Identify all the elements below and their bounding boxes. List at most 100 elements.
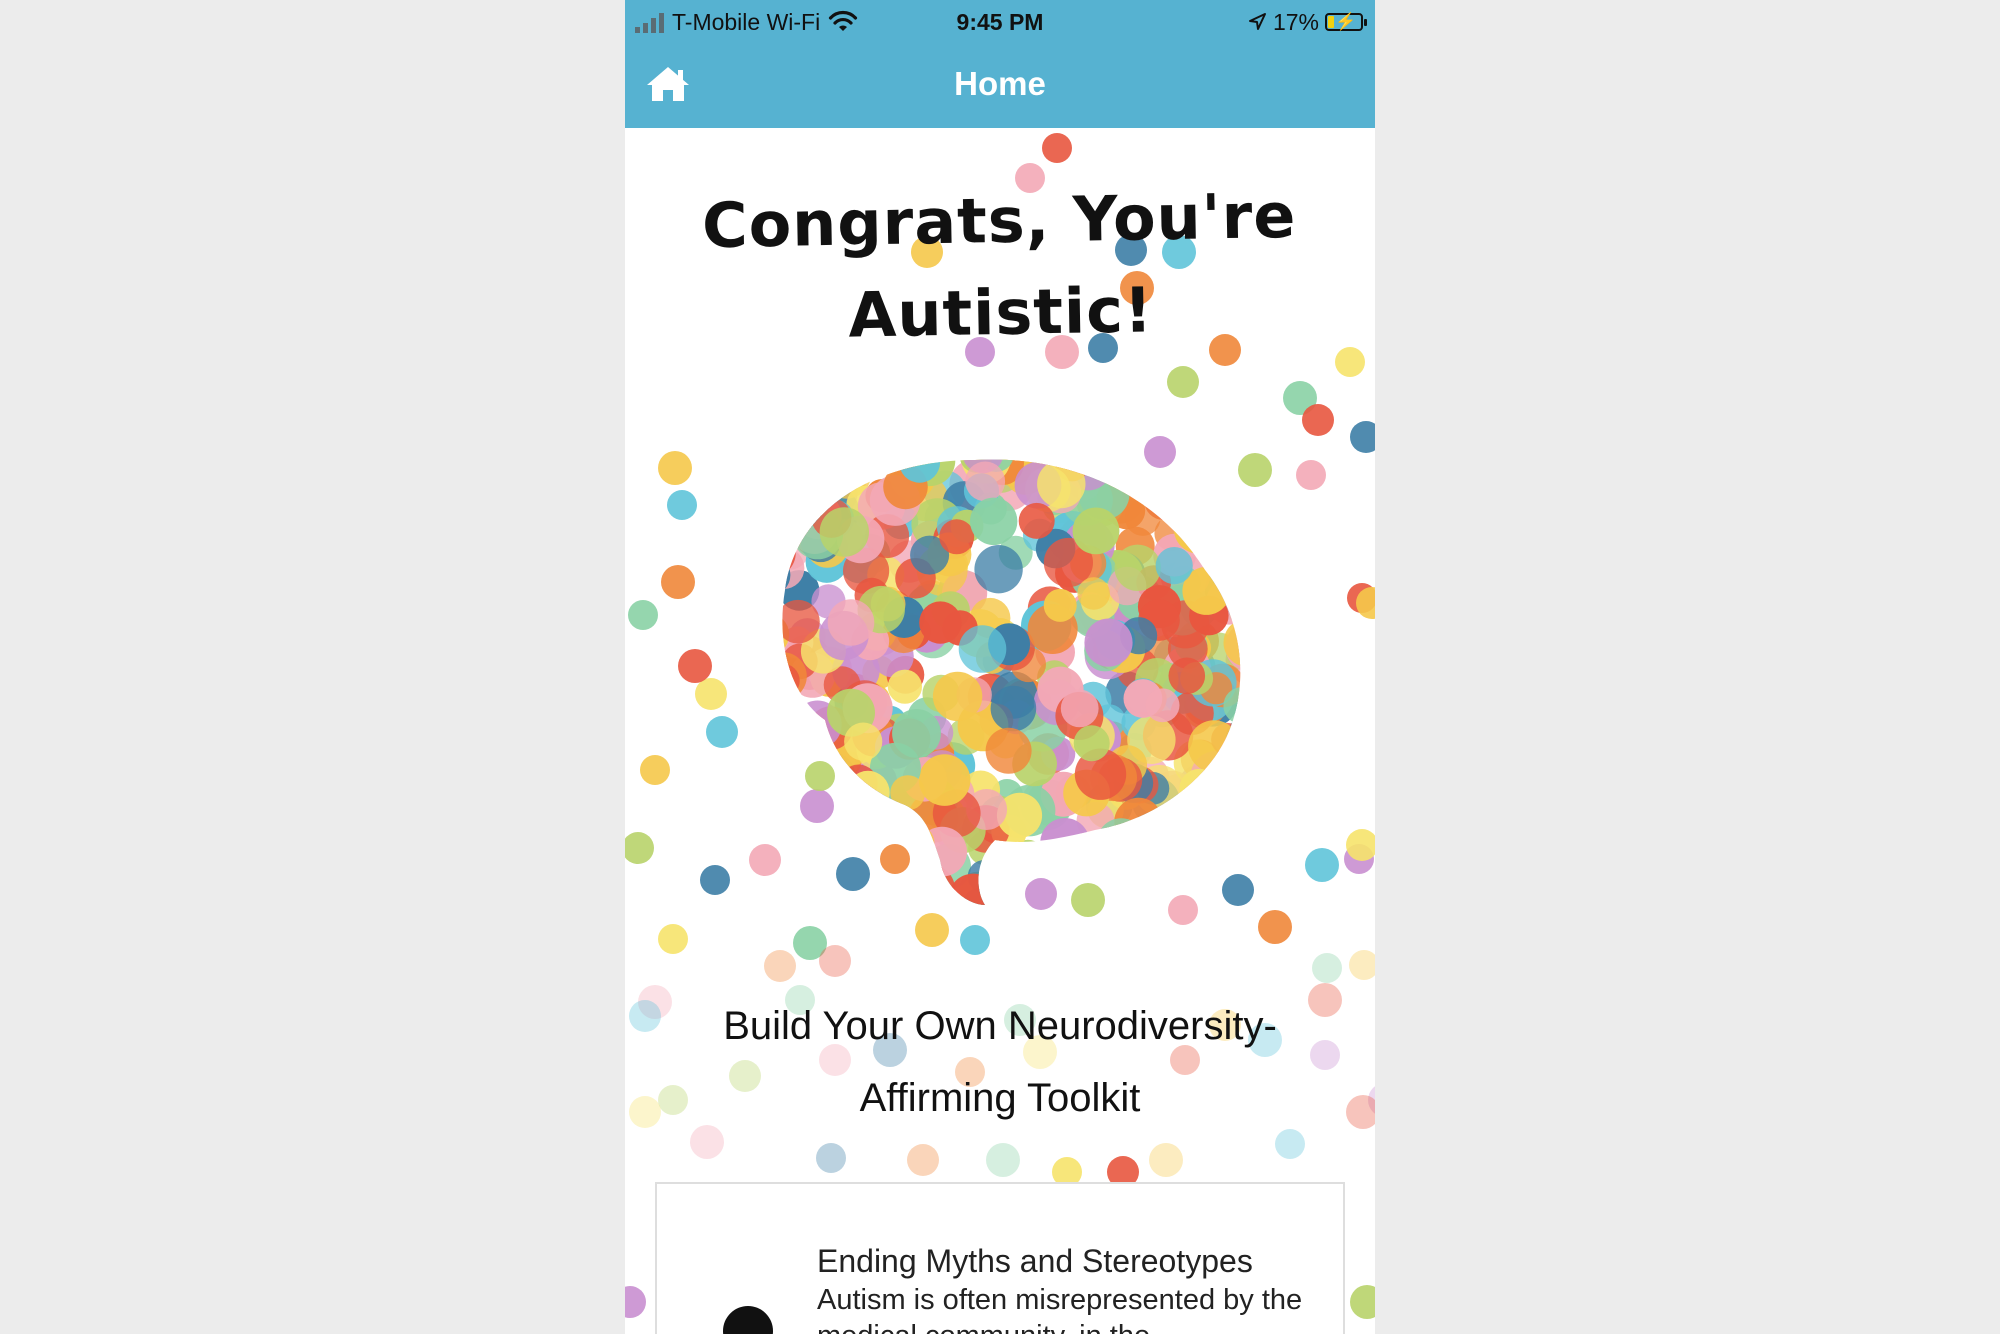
battery-icon: ⚡	[1325, 12, 1367, 31]
brain-confetti-dot	[1145, 688, 1180, 723]
brain-confetti-dot	[827, 863, 870, 905]
card-body: Autism is often misrepresented by the me…	[817, 1284, 1303, 1334]
brain-confetti-dot	[844, 722, 883, 761]
brain-confetti-dot	[1202, 781, 1241, 822]
brain-confetti-dot	[918, 754, 971, 806]
subtitle-line-2: Affirming Toolkit	[859, 1076, 1141, 1120]
brain-confetti-dot	[827, 599, 875, 646]
brain-confetti-dot	[1223, 768, 1241, 819]
brain-confetti-dot	[1189, 480, 1236, 527]
brain-confetti-dot	[1203, 533, 1241, 582]
brain-confetti-dot	[782, 703, 819, 752]
brain-confetti-dot	[1155, 459, 1195, 484]
brain-confetti-dot	[997, 878, 1036, 905]
brain-confetti-dot	[1196, 459, 1241, 490]
brain-confetti-dot	[782, 554, 791, 596]
brain-confetti-dot	[1217, 459, 1241, 474]
toolkit-subtitle: Build Your Own Neurodiversity- Affirming…	[685, 990, 1315, 1134]
brain-confetti-dot	[1212, 792, 1241, 843]
phone-screen: T-Mobile Wi-Fi 9:45 PM 17% ⚡ Home Congra…	[625, 0, 1375, 1334]
card-title: Ending Myths and Stereotypes	[817, 1243, 1253, 1279]
brain-confetti-dot	[782, 738, 803, 791]
brain-confetti-dot	[932, 671, 983, 722]
brain-confetti-dot	[1018, 502, 1055, 539]
brain-confetti-dot	[1087, 870, 1132, 905]
brain-confetti-dot	[1230, 811, 1241, 852]
brain-confetti-dot	[790, 759, 841, 810]
myths-card[interactable]: Ending Myths and Stereotypes Autism is o…	[655, 1182, 1345, 1334]
brain-confetti-dot	[792, 789, 843, 840]
brain-confetti-dot	[877, 863, 925, 905]
brain-confetti-dot	[815, 459, 860, 473]
brain-confetti-dot	[958, 625, 1007, 673]
brain-confetti-dot	[919, 601, 962, 644]
brain-confetti-dot	[782, 459, 800, 493]
confetti-dot	[695, 678, 727, 710]
brain-confetti-dot	[1216, 537, 1241, 580]
subtitle-line-1: Build Your Own Neurodiversity-	[723, 1004, 1277, 1048]
brain-confetti-dot	[1156, 834, 1205, 883]
brain-confetti-dot	[782, 484, 799, 531]
confetti-dot	[1335, 347, 1365, 377]
brain-confetti-dot	[823, 830, 863, 870]
brain-confetti-dot	[814, 842, 857, 885]
app-header: T-Mobile Wi-Fi 9:45 PM 17% ⚡ Home	[625, 0, 1375, 128]
brain-confetti-dot	[1040, 818, 1090, 868]
confetti-dot	[1350, 1285, 1375, 1319]
nav-title: Home	[954, 65, 1046, 102]
confetti-dot	[1312, 953, 1342, 983]
brain-confetti-dot	[827, 834, 871, 879]
brain-confetti-dot	[1157, 471, 1190, 504]
brain-confetti-dot	[1125, 500, 1161, 536]
brain-confetti-dot	[782, 459, 796, 490]
brain-confetti-dot	[1227, 459, 1241, 470]
brain-confetti-dot	[1084, 618, 1133, 667]
brain-confetti-dot	[1168, 657, 1206, 695]
brain-confetti-dot	[911, 859, 945, 893]
brain-confetti-dot	[985, 727, 1032, 774]
confetti-dot	[1349, 950, 1375, 980]
brain-confetti-dot	[805, 776, 845, 816]
page-headline: Congrats, You're Autistic!	[683, 170, 1316, 365]
brain-confetti-dot	[835, 791, 873, 829]
brain-confetti-dot	[909, 881, 958, 905]
brain-confetti-dot	[852, 814, 888, 850]
battery-percent: 17%	[1272, 9, 1319, 35]
battery-fill	[1328, 16, 1334, 28]
brain-confetti-dot	[1070, 855, 1104, 890]
confetti-dot	[1167, 366, 1199, 398]
confetti-dot	[658, 1085, 688, 1115]
brain-confetti-dot	[1039, 840, 1076, 877]
brain-confetti-dot	[737, 576, 775, 614]
brain-confetti-dot	[782, 698, 811, 737]
confetti-dot	[819, 945, 851, 977]
brain-confetti-dot	[782, 514, 799, 563]
brain-confetti-dot	[1188, 720, 1241, 773]
brain-confetti-dot	[1131, 888, 1166, 905]
brain-confetti-dot	[1232, 735, 1241, 771]
confetti-dot	[986, 1143, 1020, 1177]
confetti-dot	[658, 451, 692, 485]
confetti-dot	[678, 649, 712, 683]
brain-confetti-dot	[1137, 459, 1185, 500]
brain-confetti-dot	[800, 761, 844, 805]
headline-line-1: Congrats, You're	[701, 178, 1297, 263]
brain-confetti-dot	[782, 720, 796, 770]
brain-confetti-dot	[848, 459, 893, 476]
brain-confetti-dot	[782, 687, 789, 722]
brain-confetti-dot	[782, 675, 795, 720]
brain-confetti-dot	[1221, 459, 1241, 493]
brain-confetti-dot	[782, 459, 821, 493]
brain-confetti-dot	[1214, 851, 1241, 901]
brain-confetti-dot	[782, 773, 784, 825]
brain-confetti-dot	[1226, 752, 1241, 799]
brain-confetti-dot	[782, 459, 808, 478]
brain-confetti-dot	[899, 459, 941, 483]
confetti-dot	[625, 1286, 646, 1318]
confetti-dot	[1305, 848, 1339, 882]
charging-bolt-icon: ⚡	[1335, 12, 1357, 31]
brain-confetti-dot	[1223, 687, 1241, 725]
brain-confetti-dot	[782, 732, 819, 785]
brain-confetti-dot	[1131, 866, 1181, 905]
confetti-dot	[764, 950, 796, 982]
